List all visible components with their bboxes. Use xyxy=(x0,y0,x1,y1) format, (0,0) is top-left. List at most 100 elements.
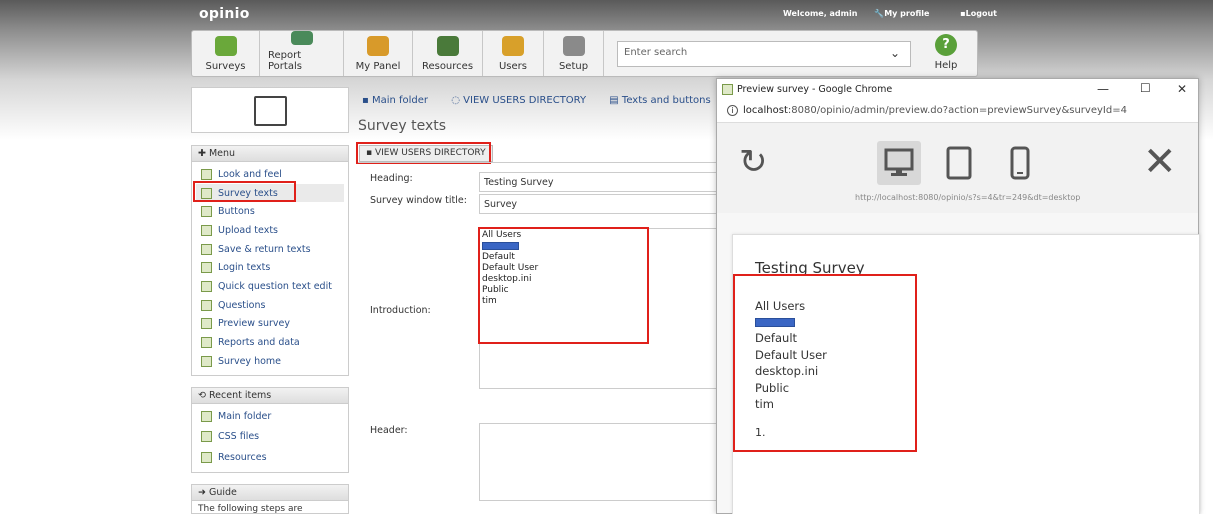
search-placeholder: Enter search xyxy=(624,47,688,58)
survey-edit-logo xyxy=(191,87,349,133)
minimize-icon[interactable]: — xyxy=(1097,82,1109,96)
toolbar-my-panel-button[interactable]: My Panel xyxy=(344,31,413,76)
preview-highlight xyxy=(733,274,917,452)
menu-item-label: Buttons xyxy=(218,206,255,218)
menu-panel: ✚ Menu Look and feel Survey texts Button… xyxy=(191,145,349,376)
notepad-icon xyxy=(201,243,212,255)
info-icon[interactable]: i xyxy=(727,105,738,116)
guide-title: Guide xyxy=(208,487,237,498)
menu-item-questions[interactable]: Questions xyxy=(196,296,344,315)
breadcrumb: ▪ Main folder ◌ VIEW USERS DIRECTORY ▤ T… xyxy=(362,95,731,106)
menu-item-label: Reports and data xyxy=(218,337,300,349)
menu-item-buttons[interactable]: Buttons xyxy=(196,202,344,221)
menu-title: Menu xyxy=(208,148,236,159)
url-path: :8080/opinio/admin/preview.do?action=pre… xyxy=(787,105,1127,116)
toolbar-label: Report Portals xyxy=(268,50,302,72)
close-preview-icon[interactable]: ✕ xyxy=(1143,142,1177,182)
notepad-icon xyxy=(201,262,212,274)
toolbar-surveys-button[interactable]: Surveys xyxy=(192,31,260,76)
surveys-icon xyxy=(214,36,237,56)
recent-item-label: Main folder xyxy=(218,410,272,422)
recent-item-css-files[interactable]: CSS files xyxy=(196,427,344,448)
recent-item-main-folder[interactable]: Main folder xyxy=(196,406,344,427)
page-title: Survey texts xyxy=(358,118,447,134)
page-favicon xyxy=(722,84,733,95)
setup-icon xyxy=(562,36,585,56)
eye-icon xyxy=(201,318,212,330)
phone-device-icon[interactable] xyxy=(998,141,1042,185)
guide-panel: ➜ Guide The following steps are xyxy=(191,484,349,514)
user-links: Welcome, admin 🔧My profile ▪Logout xyxy=(783,9,1025,18)
introduction-highlight xyxy=(478,227,649,344)
menu-item-reports-and-data[interactable]: Reports and data xyxy=(196,333,344,352)
close-window-icon[interactable]: ✕ xyxy=(1177,82,1187,96)
breadcrumb-directory[interactable]: ◌ VIEW USERS DIRECTORY xyxy=(451,95,596,106)
window-title: Preview survey - Google Chrome xyxy=(737,84,893,95)
menu-item-upload-texts[interactable]: Upload texts xyxy=(196,221,344,240)
menu-item-label: Preview survey xyxy=(218,318,290,330)
heading-label: Heading: xyxy=(370,173,413,184)
recent-item-label: CSS files xyxy=(218,431,260,443)
toolbar-report-portals-button[interactable]: Report Portals xyxy=(260,31,344,76)
toolbar-resources-button[interactable]: Resources xyxy=(413,31,483,76)
recent-title: Recent items xyxy=(208,390,272,401)
heading-field[interactable]: Testing Survey xyxy=(479,172,718,192)
url-host: localhost xyxy=(743,105,788,116)
toolbar-label: Setup xyxy=(558,61,589,72)
tablet-device-icon[interactable] xyxy=(937,141,981,185)
reload-icon[interactable]: ↻ xyxy=(739,145,768,179)
toolbar-label: Surveys xyxy=(205,61,246,72)
resources-icon xyxy=(201,451,212,463)
menu-item-quick-question-text-edit[interactable]: Quick question text edit xyxy=(196,277,344,296)
menu-item-preview-survey[interactable]: Preview survey xyxy=(196,315,344,334)
recent-item-label: Resources xyxy=(218,451,267,463)
look-feel-icon xyxy=(201,168,212,180)
welcome-text: Welcome, admin xyxy=(783,9,858,18)
my-profile-link[interactable]: 🔧My profile xyxy=(874,9,943,18)
menu-item-save-return-texts[interactable]: Save & return texts xyxy=(196,240,344,259)
toolbar-users-button[interactable]: Users xyxy=(483,31,544,76)
logout-label: Logout xyxy=(965,9,997,18)
address-bar[interactable]: i localhost:8080/opinio/admin/preview.do… xyxy=(717,101,1198,123)
menu-panel-header: ✚ Menu xyxy=(192,146,348,162)
preview-url: http://localhost:8080/opinio/s?s=4&tr=24… xyxy=(855,193,1081,202)
window-titlebar: Preview survey - Google Chrome — ☐ ✕ xyxy=(717,79,1198,101)
file-icon xyxy=(201,431,212,443)
toolbar-label: My Panel xyxy=(355,61,401,72)
menu-item-label: Login texts xyxy=(218,262,271,274)
window-title-field[interactable]: Survey xyxy=(479,194,718,214)
header-editor[interactable] xyxy=(479,423,718,501)
maximize-icon[interactable]: ☐ xyxy=(1140,81,1151,95)
toolbar-setup-button[interactable]: Setup xyxy=(544,31,604,76)
my-profile-label: My profile xyxy=(884,9,930,18)
app-logo[interactable]: opinio xyxy=(199,6,250,22)
header-label: Header: xyxy=(370,425,408,436)
home-icon xyxy=(201,355,212,367)
toolbar-label: Resources xyxy=(421,61,474,72)
menu-item-label: Look and feel xyxy=(218,168,282,180)
breadcrumb-label: Texts and buttons xyxy=(621,95,711,106)
chevron-down-icon[interactable]: ⌄ xyxy=(890,46,900,60)
help-button[interactable]: ? Help xyxy=(921,31,971,71)
logout-link[interactable]: ▪Logout xyxy=(960,9,1011,18)
toolbar-label: Users xyxy=(498,61,527,72)
search-input[interactable]: Enter search ⌄ xyxy=(617,41,911,67)
introduction-label: Introduction: xyxy=(370,305,431,316)
resources-icon xyxy=(436,36,459,56)
help-label: Help xyxy=(934,60,958,71)
menu-item-label: Survey home xyxy=(218,355,281,367)
survey-texts-highlight xyxy=(193,181,296,202)
notepad-icon xyxy=(201,206,212,218)
breadcrumb-current: ▤ Texts and buttons xyxy=(609,95,711,106)
questions-icon xyxy=(201,299,212,311)
desktop-device-icon[interactable] xyxy=(877,141,921,185)
my-panel-icon xyxy=(367,36,389,56)
menu-item-login-texts[interactable]: Login texts xyxy=(196,258,344,277)
menu-item-survey-home[interactable]: Survey home xyxy=(196,352,344,371)
tab-highlight xyxy=(356,142,491,164)
breadcrumb-label: VIEW USERS DIRECTORY xyxy=(463,95,587,106)
chart-icon xyxy=(201,337,212,349)
breadcrumb-main-folder[interactable]: ▪ Main folder xyxy=(362,95,438,106)
recent-item-resources[interactable]: Resources xyxy=(196,447,344,468)
menu-item-label: Quick question text edit xyxy=(218,280,332,292)
